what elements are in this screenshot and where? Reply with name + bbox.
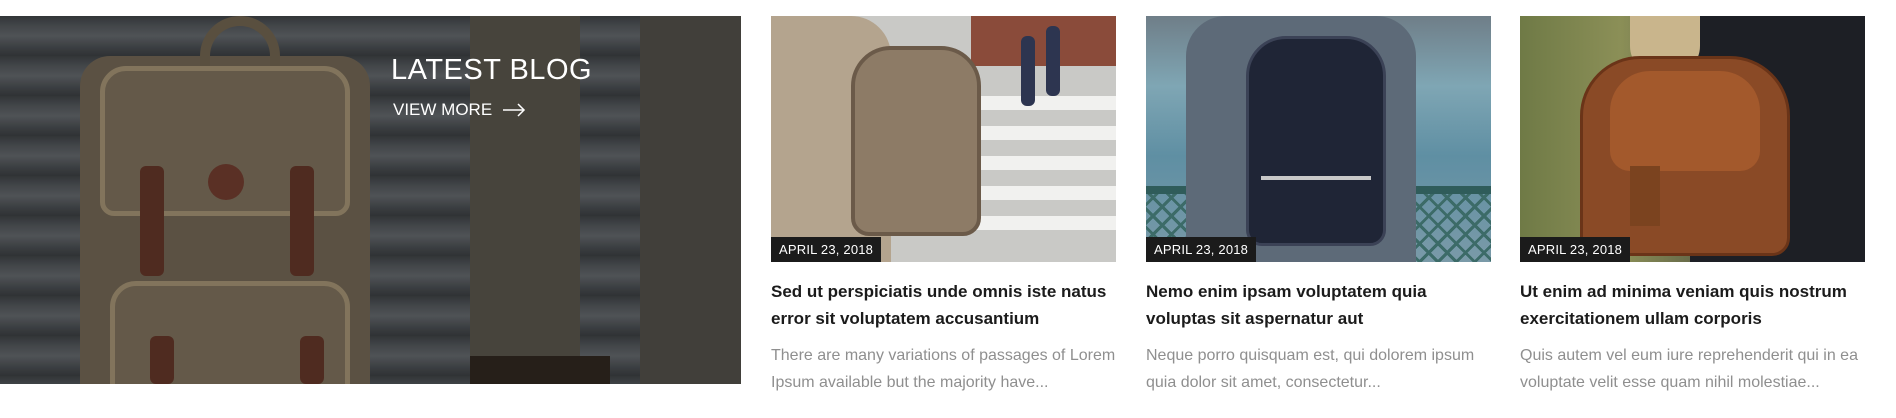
post-date-badge: APRIL 23, 2018 <box>1146 237 1257 262</box>
blog-post-card[interactable]: APRIL 23, 2018 Nemo enim ipsam voluptate… <box>1146 16 1491 396</box>
view-more-label: VIEW MORE <box>393 100 493 119</box>
arrow-right-icon <box>503 103 526 117</box>
post-date-badge: APRIL 23, 2018 <box>771 237 882 262</box>
image-zipper <box>1261 176 1371 180</box>
image-pedestrian <box>1021 36 1035 106</box>
blog-post-image[interactable]: APRIL 23, 2018 <box>771 16 1116 262</box>
blog-post-card[interactable]: APRIL 23, 2018 Sed ut perspiciatis unde … <box>771 16 1116 396</box>
blog-post-image[interactable]: APRIL 23, 2018 <box>1520 16 1865 262</box>
post-title[interactable]: Nemo enim ipsam voluptatem quia voluptas… <box>1146 278 1491 332</box>
latest-blog-hero: LATEST BLOG VIEW MORE <box>0 16 741 384</box>
image-backpack-flap <box>1610 71 1760 171</box>
view-more-link[interactable]: VIEW MORE <box>393 100 526 120</box>
post-date-badge: APRIL 23, 2018 <box>1520 237 1631 262</box>
post-excerpt: There are many variations of passages of… <box>771 347 1116 391</box>
post-excerpt: Quis autem vel eum iure reprehenderit qu… <box>1520 347 1858 391</box>
hero-overlay <box>0 16 741 384</box>
blog-post-image[interactable]: APRIL 23, 2018 <box>1146 16 1491 262</box>
post-excerpt: Neque porro quisquam est, qui dolorem ip… <box>1146 347 1475 391</box>
image-backpack <box>851 46 981 236</box>
image-backpack-fringe <box>1630 166 1660 226</box>
image-building <box>971 16 1116 66</box>
image-backpack <box>1246 36 1386 246</box>
blog-post-card[interactable]: APRIL 23, 2018 Ut enim ad minima veniam … <box>1520 16 1865 396</box>
post-title[interactable]: Sed ut perspiciatis unde omnis iste natu… <box>771 278 1116 332</box>
image-pedestrian <box>1046 26 1060 96</box>
post-title[interactable]: Ut enim ad minima veniam quis nostrum ex… <box>1520 278 1865 332</box>
section-title: LATEST BLOG <box>391 54 593 86</box>
